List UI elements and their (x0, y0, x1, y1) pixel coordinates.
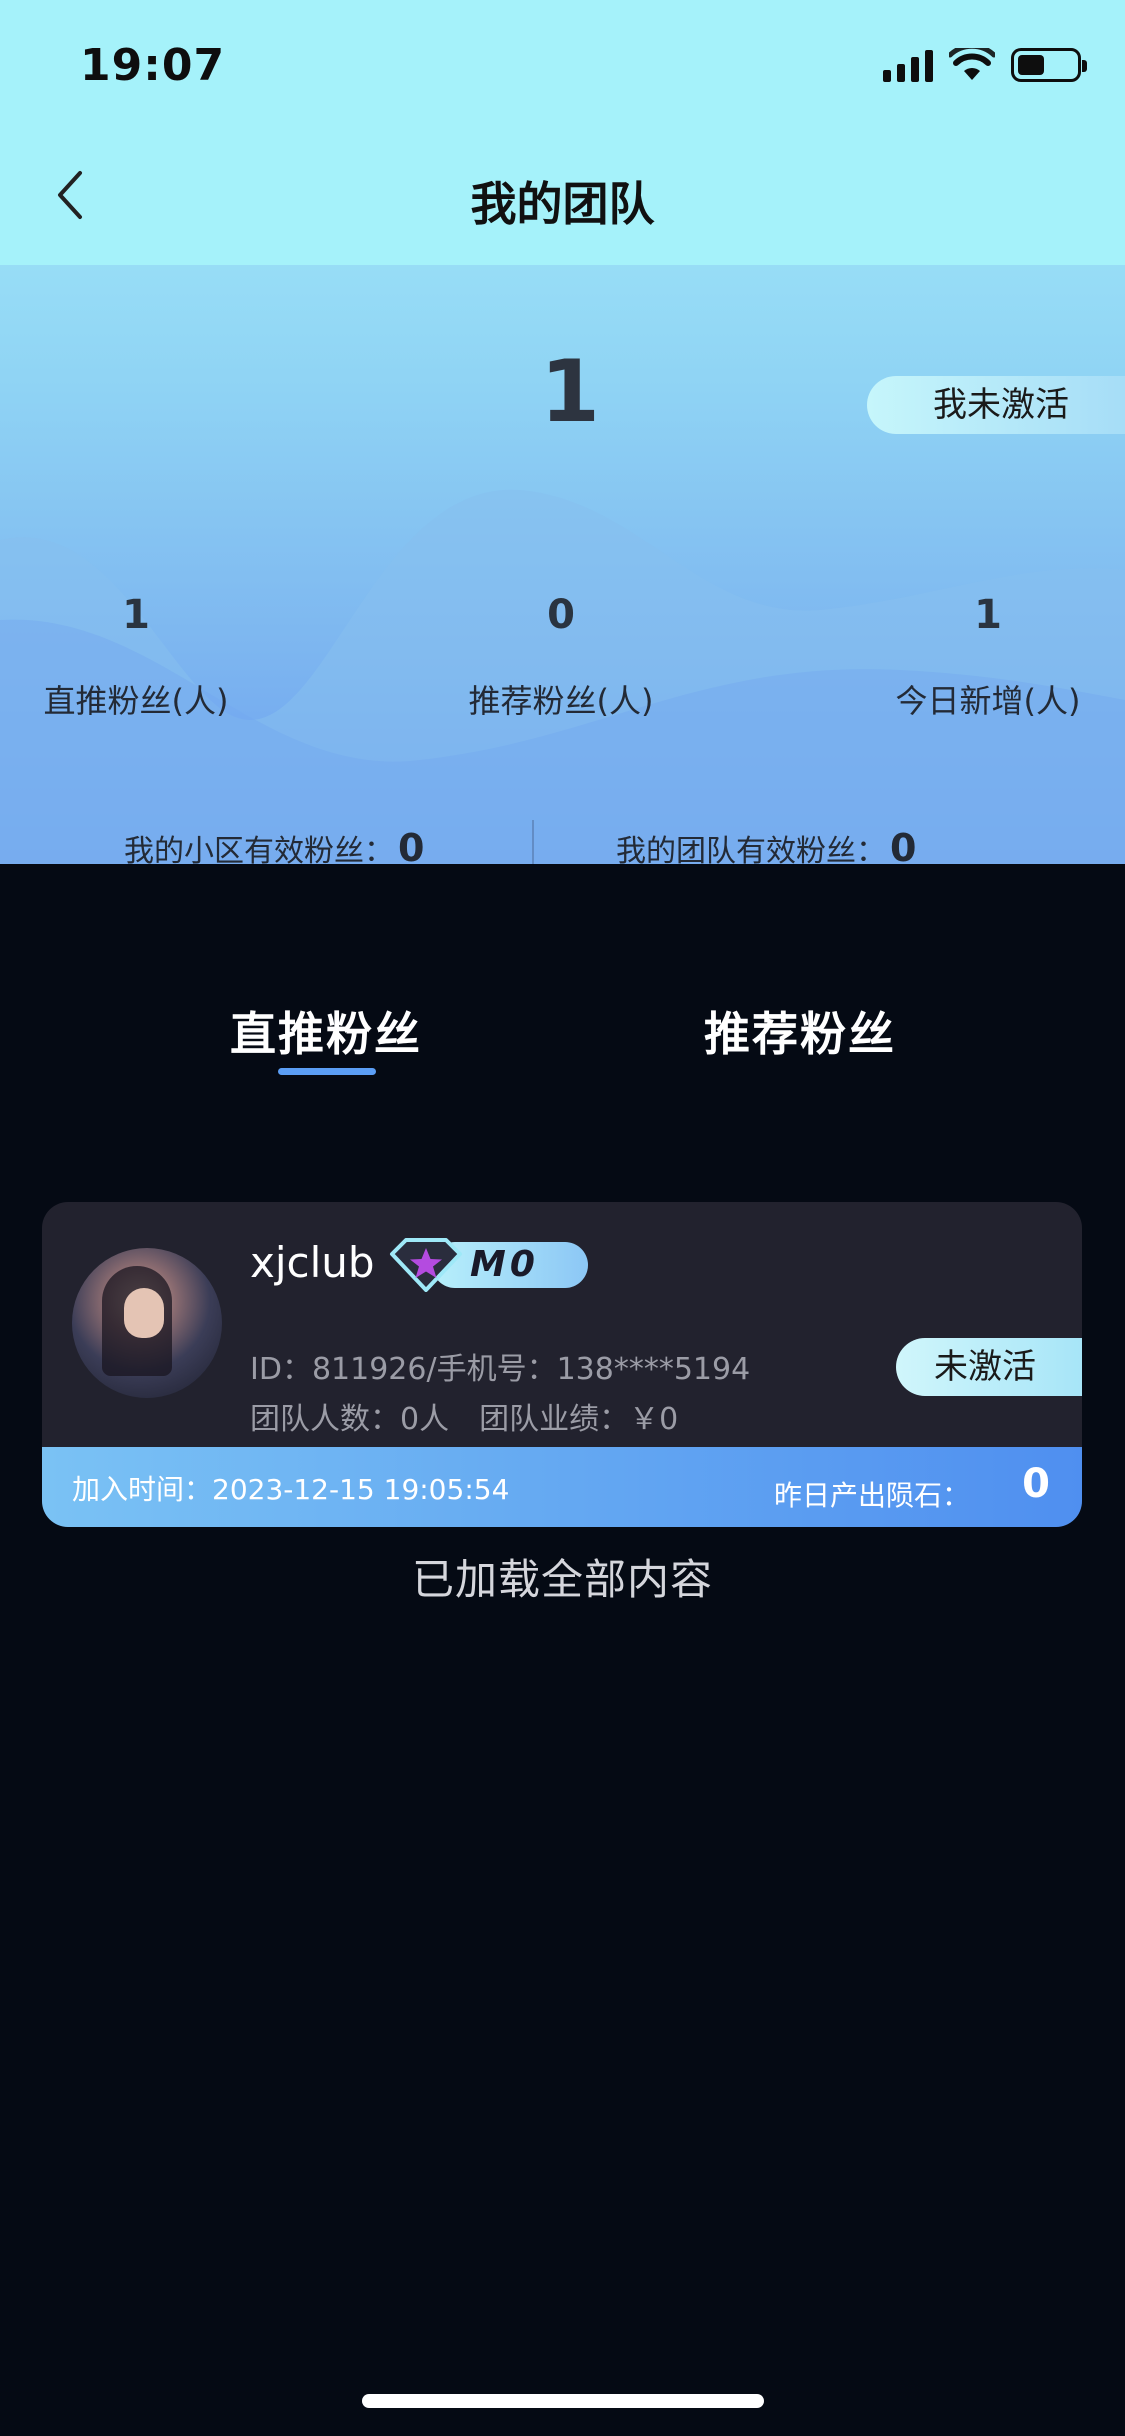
member-status-badge: 未激活 (896, 1338, 1082, 1396)
member-username: xjclub (250, 1238, 375, 1287)
team-valid-label: 我的团队有效粉丝： (616, 834, 886, 864)
stat-direct-fans: 1 直推粉丝(人) (0, 592, 286, 722)
status-icons (883, 48, 1087, 82)
member-card-footer: 加入时间：2023-12-15 19:05:54 昨日产出陨石： 0 (42, 1447, 1082, 1527)
stat-label: 推荐粉丝(人) (468, 682, 654, 720)
small-zone-valid-label: 我的小区有效粉丝： (124, 834, 394, 864)
team-total-count: 1 (540, 342, 600, 442)
stat-value: 0 (547, 592, 575, 638)
status-time: 19:07 (80, 40, 226, 91)
avatar (72, 1248, 222, 1398)
battery-icon (1011, 48, 1087, 82)
tab-referred-fans[interactable]: 推荐粉丝 (704, 998, 896, 1064)
small-zone-valid-fans: 我的小区有效粉丝： 0 (124, 826, 424, 864)
yesterday-output-label: 昨日产出陨石： (773, 1479, 970, 1512)
stat-today-new: 1 今日新增(人) (838, 592, 1125, 722)
member-team-stats: 团队人数：0人 团队业绩：￥0 (250, 1402, 679, 1437)
stat-label: 直推粉丝(人) (43, 682, 229, 720)
yesterday-output-value: 0 (1022, 1461, 1050, 1507)
page-title: 我的团队 (470, 177, 655, 231)
divider (532, 820, 534, 864)
stat-value: 1 (122, 592, 150, 638)
team-valid-fans: 我的团队有效粉丝： 0 (616, 826, 916, 864)
list-end-message: 已加载全部内容 (411, 1555, 713, 1604)
cellular-signal-icon (883, 48, 933, 82)
small-zone-valid-value: 0 (398, 826, 425, 864)
member-id-phone: ID：811926/手机号：138****5194 (250, 1352, 751, 1387)
tab-direct-fans[interactable]: 直推粉丝 (230, 998, 422, 1064)
home-indicator[interactable] (362, 2394, 764, 2408)
team-valid-value: 0 (890, 826, 917, 864)
level-badge: M0 (388, 1236, 588, 1292)
join-time: 加入时间：2023-12-15 19:05:54 (72, 1473, 510, 1506)
wifi-icon (949, 48, 995, 80)
team-summary-panel: 19:07 我的团队 1 我未激活 1 直推粉丝(人) 0 推荐粉丝(人) 1 … (0, 0, 1125, 864)
member-card[interactable]: xjclub M0 ID：811926/手机号：138****5194 团队人数… (42, 1202, 1082, 1527)
diamond-star-icon (390, 1238, 462, 1292)
my-team-screen: 19:07 我的团队 1 我未激活 1 直推粉丝(人) 0 推荐粉丝(人) 1 … (0, 0, 1125, 2436)
stat-label: 今日新增(人) (895, 682, 1081, 720)
active-tab-indicator (278, 1068, 376, 1075)
stat-referred-fans: 0 推荐粉丝(人) (411, 592, 711, 722)
activation-status-tag[interactable]: 我未激活 (867, 376, 1125, 434)
stat-value: 1 (974, 592, 1002, 638)
